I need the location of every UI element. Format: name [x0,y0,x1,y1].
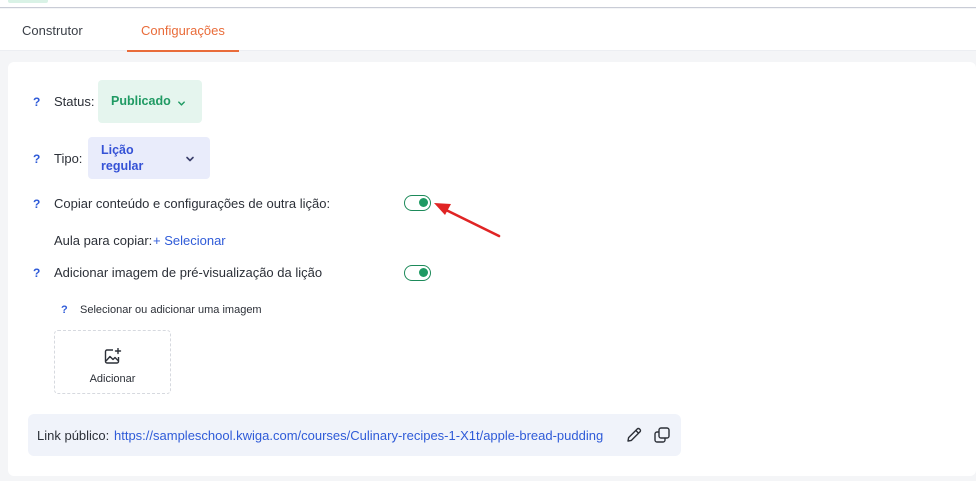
tab-settings[interactable]: Configurações [127,9,239,52]
copy-content-label: Copiar conteúdo e configurações de outra… [54,196,331,211]
top-border [0,0,976,8]
help-icon[interactable]: ? [33,152,40,166]
help-icon[interactable]: ? [33,197,40,211]
status-label: Status: [54,94,95,109]
status-value: Publicado [111,94,171,108]
select-lesson-link[interactable]: + Selecionar [153,233,226,248]
add-image-button[interactable]: Adicionar [54,330,171,394]
preview-image-toggle[interactable] [404,265,431,281]
top-accent [8,0,48,3]
help-icon[interactable]: ? [61,304,68,316]
type-value: Lição regular [101,143,144,173]
toggle-knob [419,268,428,277]
image-select-label: Selecionar ou adicionar uma imagem [80,304,262,316]
public-link-url[interactable]: https://sampleschool.kwiga.com/courses/C… [114,428,603,443]
image-add-icon [104,347,122,368]
help-icon[interactable]: ? [33,266,40,280]
toggle-knob [419,198,428,207]
status-dropdown[interactable]: Publicado [98,80,202,123]
add-image-label: Adicionar [89,373,136,385]
copy-content-toggle[interactable] [404,195,431,211]
help-icon[interactable]: ? [33,95,40,109]
type-label: Tipo: [54,151,83,166]
preview-image-label: Adicionar imagem de pré-visualização da … [54,265,323,280]
chevron-down-icon [185,152,195,167]
public-link-label: Link público: [37,428,110,443]
copy-icon[interactable] [653,426,671,447]
lesson-to-copy-label: Aula para copiar: [54,233,153,248]
chevron-down-icon [177,96,186,111]
public-link-box: Link público: https://sampleschool.kwiga… [28,414,681,456]
pencil-icon[interactable] [625,426,643,447]
red-arrow-annotation [434,203,501,238]
tab-bar: Construtor Configurações [0,9,976,52]
tab-constructor[interactable]: Construtor [8,9,97,51]
type-dropdown[interactable]: Lição regular [88,137,210,179]
